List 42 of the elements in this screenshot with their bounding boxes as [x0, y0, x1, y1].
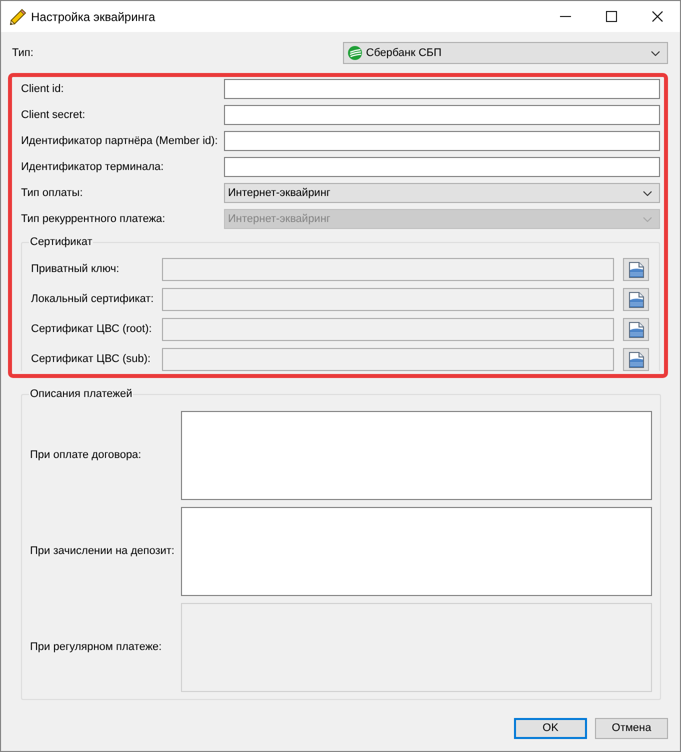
- field-label: Идентификатор партнёра (Member id):: [21, 134, 219, 149]
- document-icon: [628, 322, 644, 338]
- ok-button[interactable]: OK: [514, 718, 587, 739]
- dropdown[interactable]: Интернет-эквайринг: [224, 183, 660, 203]
- text-field[interactable]: [224, 79, 660, 99]
- field-label: Сертификат ЦВС (sub):: [31, 352, 152, 368]
- browse-button[interactable]: [623, 348, 649, 371]
- field-label: Приватный ключ:: [31, 262, 120, 278]
- logo-icon: [348, 46, 362, 60]
- field-label: Тип рекуррентного платежа:: [21, 212, 166, 227]
- field-label: Локальный сертификат:: [31, 292, 155, 308]
- text-area[interactable]: [181, 507, 652, 596]
- group-title: Сертификат: [29, 235, 94, 249]
- pencil-icon: [10, 8, 26, 24]
- text-field[interactable]: [224, 157, 660, 177]
- field-label: Client secret:: [21, 108, 86, 123]
- browse-button[interactable]: [623, 258, 649, 281]
- window-title: Настройка эквайринга: [31, 8, 156, 26]
- chevron-down-icon: [643, 190, 652, 196]
- field-label: Идентификатор терминала:: [21, 160, 165, 175]
- close-icon: [652, 11, 662, 22]
- document-icon: [628, 292, 644, 308]
- field-label: Тип оплаты:: [21, 186, 84, 201]
- document-icon: [628, 352, 644, 368]
- minimize-icon: [560, 16, 570, 17]
- field-label: При регулярном платеже:: [30, 640, 163, 656]
- maximize-icon: [606, 11, 616, 22]
- dropdown[interactable]: Сбербанк СБП: [343, 42, 668, 64]
- text-field[interactable]: [224, 131, 660, 151]
- chevron-down-icon: [643, 216, 652, 222]
- cancel-button[interactable]: Отмена: [595, 718, 668, 739]
- browse-button[interactable]: [623, 318, 649, 341]
- field-label: Тип:: [12, 46, 34, 61]
- field-label: Сертификат ЦВС (root):: [31, 322, 153, 338]
- field-label: При оплате договора:: [30, 448, 142, 464]
- text-area[interactable]: [181, 411, 652, 500]
- field-label: При зачислении на депозит:: [30, 544, 176, 560]
- field-label: Client id:: [21, 82, 65, 97]
- browse-button[interactable]: [623, 288, 649, 311]
- document-icon: [628, 262, 644, 278]
- text-field[interactable]: [224, 105, 660, 125]
- chevron-down-icon: [651, 50, 660, 56]
